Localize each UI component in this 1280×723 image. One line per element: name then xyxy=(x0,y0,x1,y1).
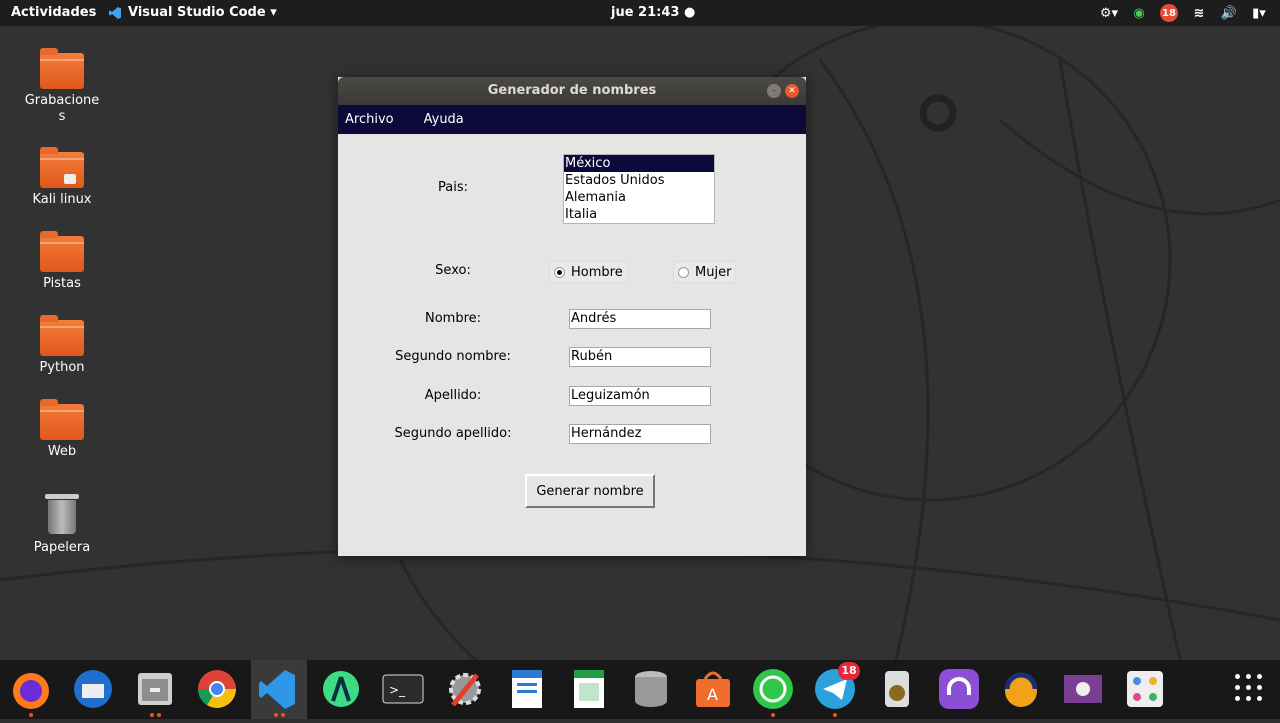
dock: >_ A 18 xyxy=(0,660,1280,719)
desktop-icon-papelera[interactable]: Papelera xyxy=(17,494,107,555)
android-studio-icon[interactable] xyxy=(319,667,363,711)
thunderbird-icon[interactable] xyxy=(71,667,115,711)
vscode-small-icon xyxy=(109,6,121,19)
writer-icon[interactable] xyxy=(505,667,549,711)
telegram-badge: 18 xyxy=(838,662,860,680)
notification-badge[interactable]: 18 xyxy=(1160,4,1178,22)
battery-icon[interactable]: ▮▾ xyxy=(1250,4,1268,22)
calc-icon[interactable] xyxy=(567,667,611,711)
running-indicator xyxy=(157,713,161,717)
nombre-label: Nombre: xyxy=(424,311,482,326)
firefox-icon[interactable] xyxy=(9,667,53,711)
app-menu[interactable]: Visual Studio Code ▾ xyxy=(108,5,277,20)
svg-text:A: A xyxy=(707,685,718,704)
locked-folder-icon xyxy=(40,147,84,188)
desktop-icon-python[interactable]: Python xyxy=(17,315,107,375)
desktop-icon-label: Papelera xyxy=(33,540,91,555)
app-menu-label: Visual Studio Code ▾ xyxy=(128,5,277,20)
audacity-icon[interactable] xyxy=(999,667,1043,711)
country-listbox[interactable]: México Estados Unidos Alemania Italia xyxy=(563,154,715,224)
close-button[interactable]: ✕ xyxy=(785,84,799,98)
accessibility-icon[interactable]: ⚙▾ xyxy=(1100,4,1118,22)
whatsapp-tray-icon[interactable]: ◉ xyxy=(1130,4,1148,22)
speaker-icon[interactable] xyxy=(875,667,919,711)
folder-icon xyxy=(40,315,84,356)
chrome-icon[interactable] xyxy=(195,667,239,711)
apps-icon[interactable] xyxy=(1123,667,1167,711)
desktop-icon-label: Grabacione s xyxy=(24,93,100,124)
nombre-input[interactable] xyxy=(569,309,711,329)
desktop-icon-label: Kali linux xyxy=(32,192,92,207)
apellido-label: Apellido: xyxy=(424,388,482,403)
desktop-icon-label: Pistas xyxy=(43,276,81,291)
vscode-icon[interactable] xyxy=(251,660,307,719)
minimize-button[interactable]: – xyxy=(767,84,781,98)
activities-button[interactable]: Actividades xyxy=(11,5,96,20)
radio-mujer-label: Mujer xyxy=(695,264,732,280)
listbox-item[interactable]: Italia xyxy=(564,206,714,223)
desktop-icon-kali-linux[interactable]: Kali linux xyxy=(17,147,107,207)
terminal-icon[interactable]: >_ xyxy=(381,667,425,711)
desktop-icon-label: Web xyxy=(47,444,77,459)
running-indicator xyxy=(29,713,33,717)
top-panel: Actividades Visual Studio Code ▾ jue 21:… xyxy=(0,0,1280,26)
whatsapp-icon[interactable] xyxy=(751,667,795,711)
segundo-apellido-input[interactable] xyxy=(569,424,711,444)
system-tray: ⚙▾ ◉ 18 ≋ 🔊 ▮▾ xyxy=(1100,4,1268,22)
desktop-icon-grabaciones[interactable]: Grabacione s xyxy=(17,48,107,125)
segundo-apellido-label: Segundo apellido: xyxy=(394,426,512,441)
settings-tools-icon[interactable] xyxy=(443,667,487,711)
software-center-icon[interactable]: A xyxy=(691,667,735,711)
segundo-nombre-label: Segundo nombre: xyxy=(395,349,511,364)
form-area: Pais: México Estados Unidos Alemania Ita… xyxy=(338,134,806,556)
window-titlebar[interactable]: Generador de nombres – ✕ xyxy=(338,77,806,105)
radio-hombre[interactable]: Hombre xyxy=(549,261,628,283)
listbox-item[interactable]: Estados Unidos xyxy=(564,172,714,189)
radio-mujer[interactable]: Mujer xyxy=(673,261,737,283)
desktop-icon-web[interactable]: Web xyxy=(17,399,107,459)
show-applications-icon[interactable] xyxy=(1235,674,1263,702)
folder-icon xyxy=(40,48,84,89)
radio-selected-icon xyxy=(554,266,565,278)
running-indicator xyxy=(771,713,775,717)
desktop-icon-pistas[interactable]: Pistas xyxy=(17,231,107,291)
database-icon[interactable] xyxy=(629,667,673,711)
trash-icon xyxy=(45,494,79,534)
listbox-item[interactable]: México xyxy=(564,155,714,172)
video-icon[interactable] xyxy=(1061,667,1105,711)
segundo-nombre-input[interactable] xyxy=(569,347,711,367)
files-icon[interactable] xyxy=(133,667,177,711)
sexo-label: Sexo: xyxy=(435,263,471,278)
menu-ayuda[interactable]: Ayuda xyxy=(417,112,471,127)
running-indicator xyxy=(274,713,278,717)
volume-icon[interactable]: 🔊 xyxy=(1220,4,1238,22)
radio-hombre-label: Hombre xyxy=(571,264,623,280)
listbox-item[interactable]: Alemania xyxy=(564,189,714,206)
desktop-icon-label: Python xyxy=(39,360,85,375)
running-indicator xyxy=(281,713,285,717)
pais-label: Pais: xyxy=(438,180,468,195)
menu-bar: Archivo Ayuda xyxy=(338,105,806,134)
folder-icon xyxy=(40,231,84,272)
window-title: Generador de nombres xyxy=(487,83,657,98)
apellido-input[interactable] xyxy=(569,386,711,406)
generator-window: Generador de nombres – ✕ Archivo Ayuda P… xyxy=(338,77,806,556)
menu-archivo[interactable]: Archivo xyxy=(338,112,401,127)
folder-icon xyxy=(40,399,84,440)
generate-name-button[interactable]: Generar nombre xyxy=(525,474,655,508)
clock[interactable]: jue 21:43 ● xyxy=(611,5,695,20)
wifi-icon[interactable]: ≋ xyxy=(1190,4,1208,22)
headphones-icon[interactable] xyxy=(937,667,981,711)
radio-unselected-icon xyxy=(678,266,689,278)
svg-text:>_: >_ xyxy=(389,683,406,697)
running-indicator xyxy=(833,713,837,717)
running-indicator xyxy=(150,713,154,717)
